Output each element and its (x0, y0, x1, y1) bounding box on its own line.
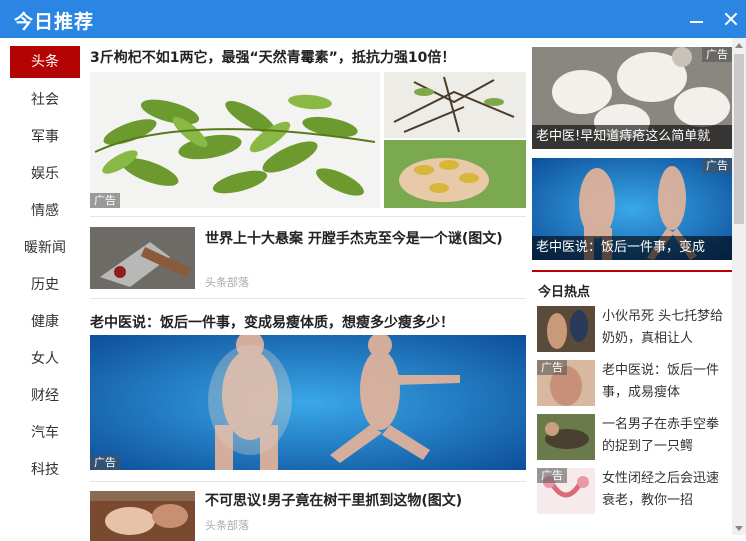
ad-badge: 广告 (537, 468, 567, 483)
scrollbar-thumb[interactable] (734, 54, 744, 224)
vertical-scrollbar[interactable] (732, 38, 746, 535)
title-bar: 今日推荐 (0, 0, 746, 38)
sidebar-item-emotion[interactable]: 情感 (10, 194, 80, 231)
window-title: 今日推荐 (14, 11, 95, 33)
sidebar-item-tech[interactable]: 科技 (10, 453, 80, 490)
hot-item-thumb: 广告 (537, 360, 595, 406)
sidebar-item-health[interactable]: 健康 (10, 305, 80, 342)
ad-caption: 老中医!早知道痔疮这么简单就 (532, 125, 732, 149)
minimize-button[interactable] (688, 10, 706, 28)
article-thumb-axe[interactable] (90, 227, 195, 289)
sidebar-item-warm-news[interactable]: 暖新闻 (10, 231, 80, 268)
sidebar-item-history[interactable]: 历史 (10, 268, 80, 305)
sidebar-item-entertainment[interactable]: 娱乐 (10, 157, 80, 194)
sidebar-item-finance[interactable]: 财经 (10, 379, 80, 416)
ad-badge: 广告 (90, 455, 120, 470)
close-button[interactable] (722, 10, 740, 28)
article-source: 头条部落 (205, 276, 249, 289)
ad-badge: 广告 (702, 158, 732, 173)
hot-section: 今日热点 (532, 270, 732, 300)
sidebar-item-society[interactable]: 社会 (10, 83, 80, 120)
ad-badge: 广告 (90, 193, 120, 208)
hot-item-thumb (537, 414, 595, 460)
hot-item[interactable]: 广告 女性闭经之后会迅速衰老，教你一招 (532, 468, 732, 518)
ad-caption: 老中医说：饭后一件事，变成 (532, 236, 732, 260)
hot-item-thumb: 广告 (537, 468, 595, 514)
hot-item-text: 小伙吊死 头七托梦给奶奶，真相让人 (602, 309, 724, 346)
hot-item[interactable]: 广告 老中医说：饭后一件事，成易瘦体 (532, 360, 732, 410)
article-headline[interactable]: 3斤枸杞不如1两它，最强“天然青霉素”，抵抗力强10倍！ (90, 47, 455, 67)
article-thumb-tree[interactable] (90, 491, 195, 541)
scroll-up-arrow-icon[interactable] (732, 38, 746, 52)
article-headline[interactable]: 不可思议!男子竟在树干里抓到这物(图文) (205, 490, 515, 512)
ad-badge: 广告 (702, 47, 732, 62)
article-image-roots[interactable] (384, 72, 526, 138)
article-headline[interactable]: 世界上十大悬案 开膛手杰克至今是一个谜(图文) (205, 228, 515, 250)
hot-item[interactable]: 一名男子在赤手空拳的捉到了一只鳄 (532, 414, 732, 464)
category-sidebar: 头条 社会 军事 娱乐 情感 暖新闻 历史 健康 女人 财经 汽车 科技 (10, 46, 80, 490)
hot-item-text: 一名男子在赤手空拳的捉到了一只鳄 (602, 417, 720, 454)
ad-card-body[interactable]: 广告 老中医说：饭后一件事，变成 (532, 158, 732, 260)
article-headline[interactable]: 老中医说：饭后一件事，变成易瘦体质，想瘦多少瘦多少！ (90, 312, 454, 332)
sidebar-item-women[interactable]: 女人 (10, 342, 80, 379)
sidebar-item-auto[interactable]: 汽车 (10, 416, 80, 453)
article-image-body[interactable]: 广告 (90, 335, 526, 470)
hot-section-title: 今日热点 (538, 285, 591, 300)
hot-item-text: 女性闭经之后会迅速衰老，教你一招 (602, 471, 720, 508)
hot-item[interactable]: 小伙吊死 头七托梦给奶奶，真相让人 (532, 306, 732, 356)
article-source: 头条部落 (205, 519, 249, 532)
sidebar-item-military[interactable]: 军事 (10, 120, 80, 157)
scroll-down-arrow-icon[interactable] (732, 521, 746, 535)
hot-item-text: 老中医说：饭后一件事，成易瘦体 (602, 363, 720, 400)
article-image-hand[interactable] (384, 140, 526, 208)
ad-card-hemorrhoid[interactable]: 广告 老中医!早知道痔疮这么简单就 (532, 47, 732, 149)
sidebar-item-toutiao[interactable]: 头条 (10, 46, 80, 78)
hot-item-thumb (537, 306, 595, 352)
ad-badge: 广告 (537, 360, 567, 375)
article-image-herbs[interactable]: 广告 (90, 72, 380, 208)
